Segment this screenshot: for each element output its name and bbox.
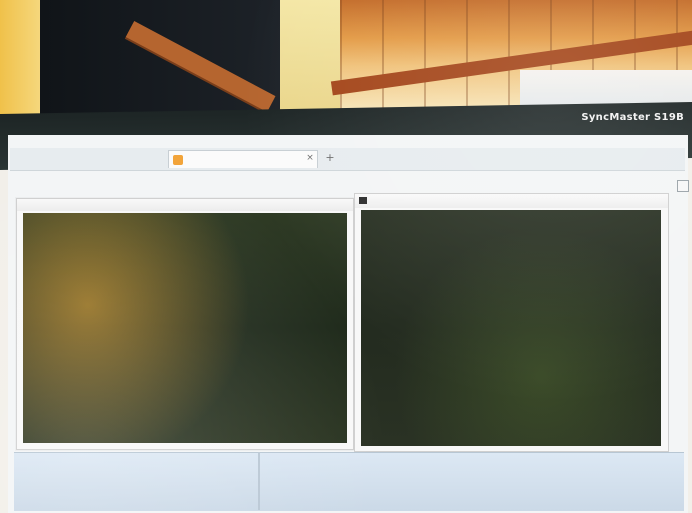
browser-tab-strip xyxy=(10,148,685,171)
monitor-brand-label: SyncMaster S19B xyxy=(581,112,684,123)
command-prompt-icon xyxy=(359,197,367,204)
tab-favicon-icon xyxy=(173,155,183,165)
right-console-titlebar[interactable] xyxy=(355,194,668,208)
left-console-window xyxy=(16,198,354,450)
right-terminal-output[interactable] xyxy=(361,210,661,446)
left-terminal-output[interactable] xyxy=(23,213,347,443)
right-console-window xyxy=(354,193,669,452)
right-terminal-lines xyxy=(369,220,653,436)
left-console-titlebar[interactable] xyxy=(17,199,353,211)
browser-tab[interactable] xyxy=(168,150,318,168)
taskbar xyxy=(14,452,684,511)
close-tab-button[interactable]: × xyxy=(304,152,316,164)
left-terminal-lines xyxy=(31,223,339,433)
screen-photo: SyncMaster S19B × + xyxy=(0,0,692,513)
taskbar-divider xyxy=(258,452,260,510)
window-control-icon[interactable] xyxy=(677,180,689,192)
new-tab-button[interactable]: + xyxy=(324,152,336,164)
